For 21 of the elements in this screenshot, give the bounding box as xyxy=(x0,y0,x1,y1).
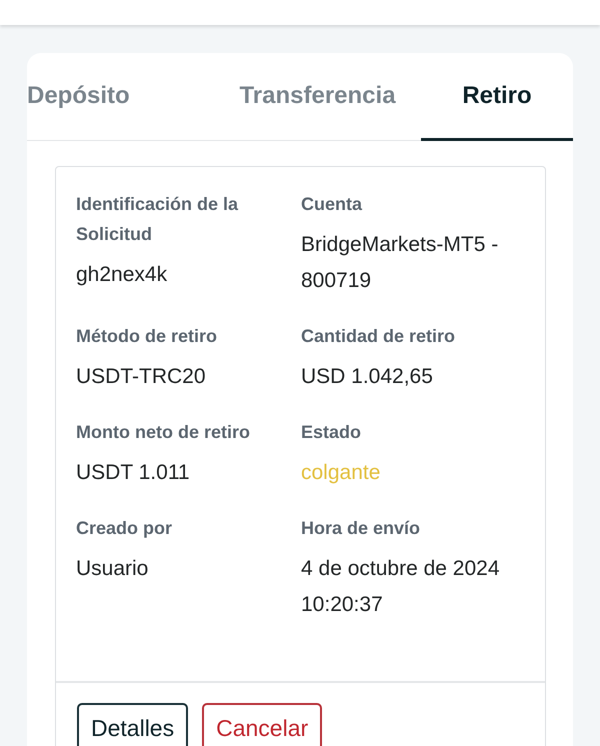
field-value: USDT 1.011 xyxy=(76,460,191,486)
cancel-button[interactable]: Cancelar xyxy=(202,703,322,746)
field-label: Monto neto de retiro xyxy=(76,421,251,444)
field-value: USDT-TRC20 xyxy=(76,364,207,390)
field-label: Cuenta xyxy=(301,193,364,216)
field-label: Estado xyxy=(301,421,362,444)
field-label: Identificación de la Solicitud xyxy=(76,193,240,246)
field-label: Método de retiro xyxy=(76,325,218,348)
field-value: BridgeMarkets-MT5 - 800719 xyxy=(301,232,500,294)
field-value: USD 1.042,65 xyxy=(301,364,434,390)
field-label: Hora de envío xyxy=(301,517,422,540)
tab[interactable]: Retiro xyxy=(421,53,573,141)
field-value: 4 de octubre de 2024 10:20:37 xyxy=(301,556,500,618)
details-button[interactable]: Detalles xyxy=(77,703,188,746)
field-label: Creado por xyxy=(76,517,174,540)
field-value: gh2nex4k xyxy=(76,262,168,288)
tab[interactable]: Transferencia xyxy=(214,53,421,141)
field-label: Cantidad de retiro xyxy=(301,325,456,348)
field-value: Usuario xyxy=(76,556,150,582)
tab[interactable]: Depósito xyxy=(27,53,214,141)
status-value: colgante xyxy=(301,460,382,486)
